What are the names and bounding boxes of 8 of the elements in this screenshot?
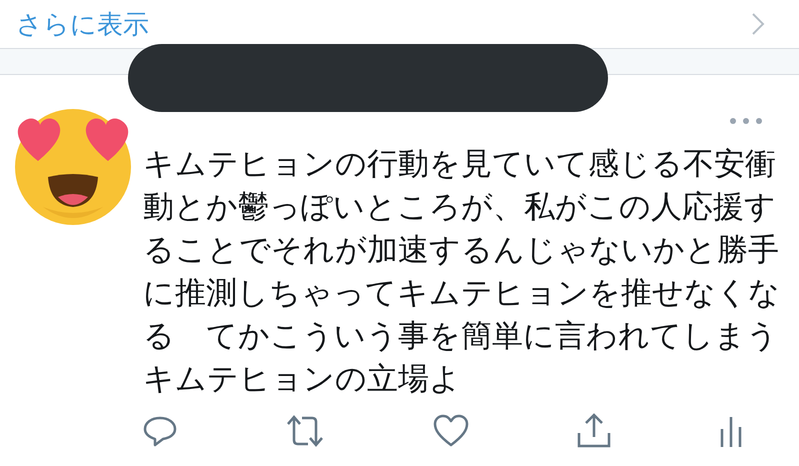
share-icon[interactable] bbox=[576, 413, 612, 449]
tweet-text: キムテヒョンの行動を見ていて感じる不安衝動とか鬱っぽいところが、私がこの人応援することでそれが加速するんじゃないかと勝手に推測しちゃってキムテヒョンを推せなくなる てかこういう事を簡単に言われてしまうキムテヒョンの立場よ bbox=[143, 145, 781, 399]
chevron-right-icon bbox=[751, 12, 765, 36]
more-options-icon[interactable] bbox=[729, 117, 763, 125]
reply-icon[interactable] bbox=[143, 414, 177, 448]
show-more-link[interactable]: さらに表示 bbox=[16, 6, 149, 42]
retweet-icon[interactable] bbox=[284, 414, 326, 448]
heart-icon[interactable] bbox=[433, 414, 469, 448]
